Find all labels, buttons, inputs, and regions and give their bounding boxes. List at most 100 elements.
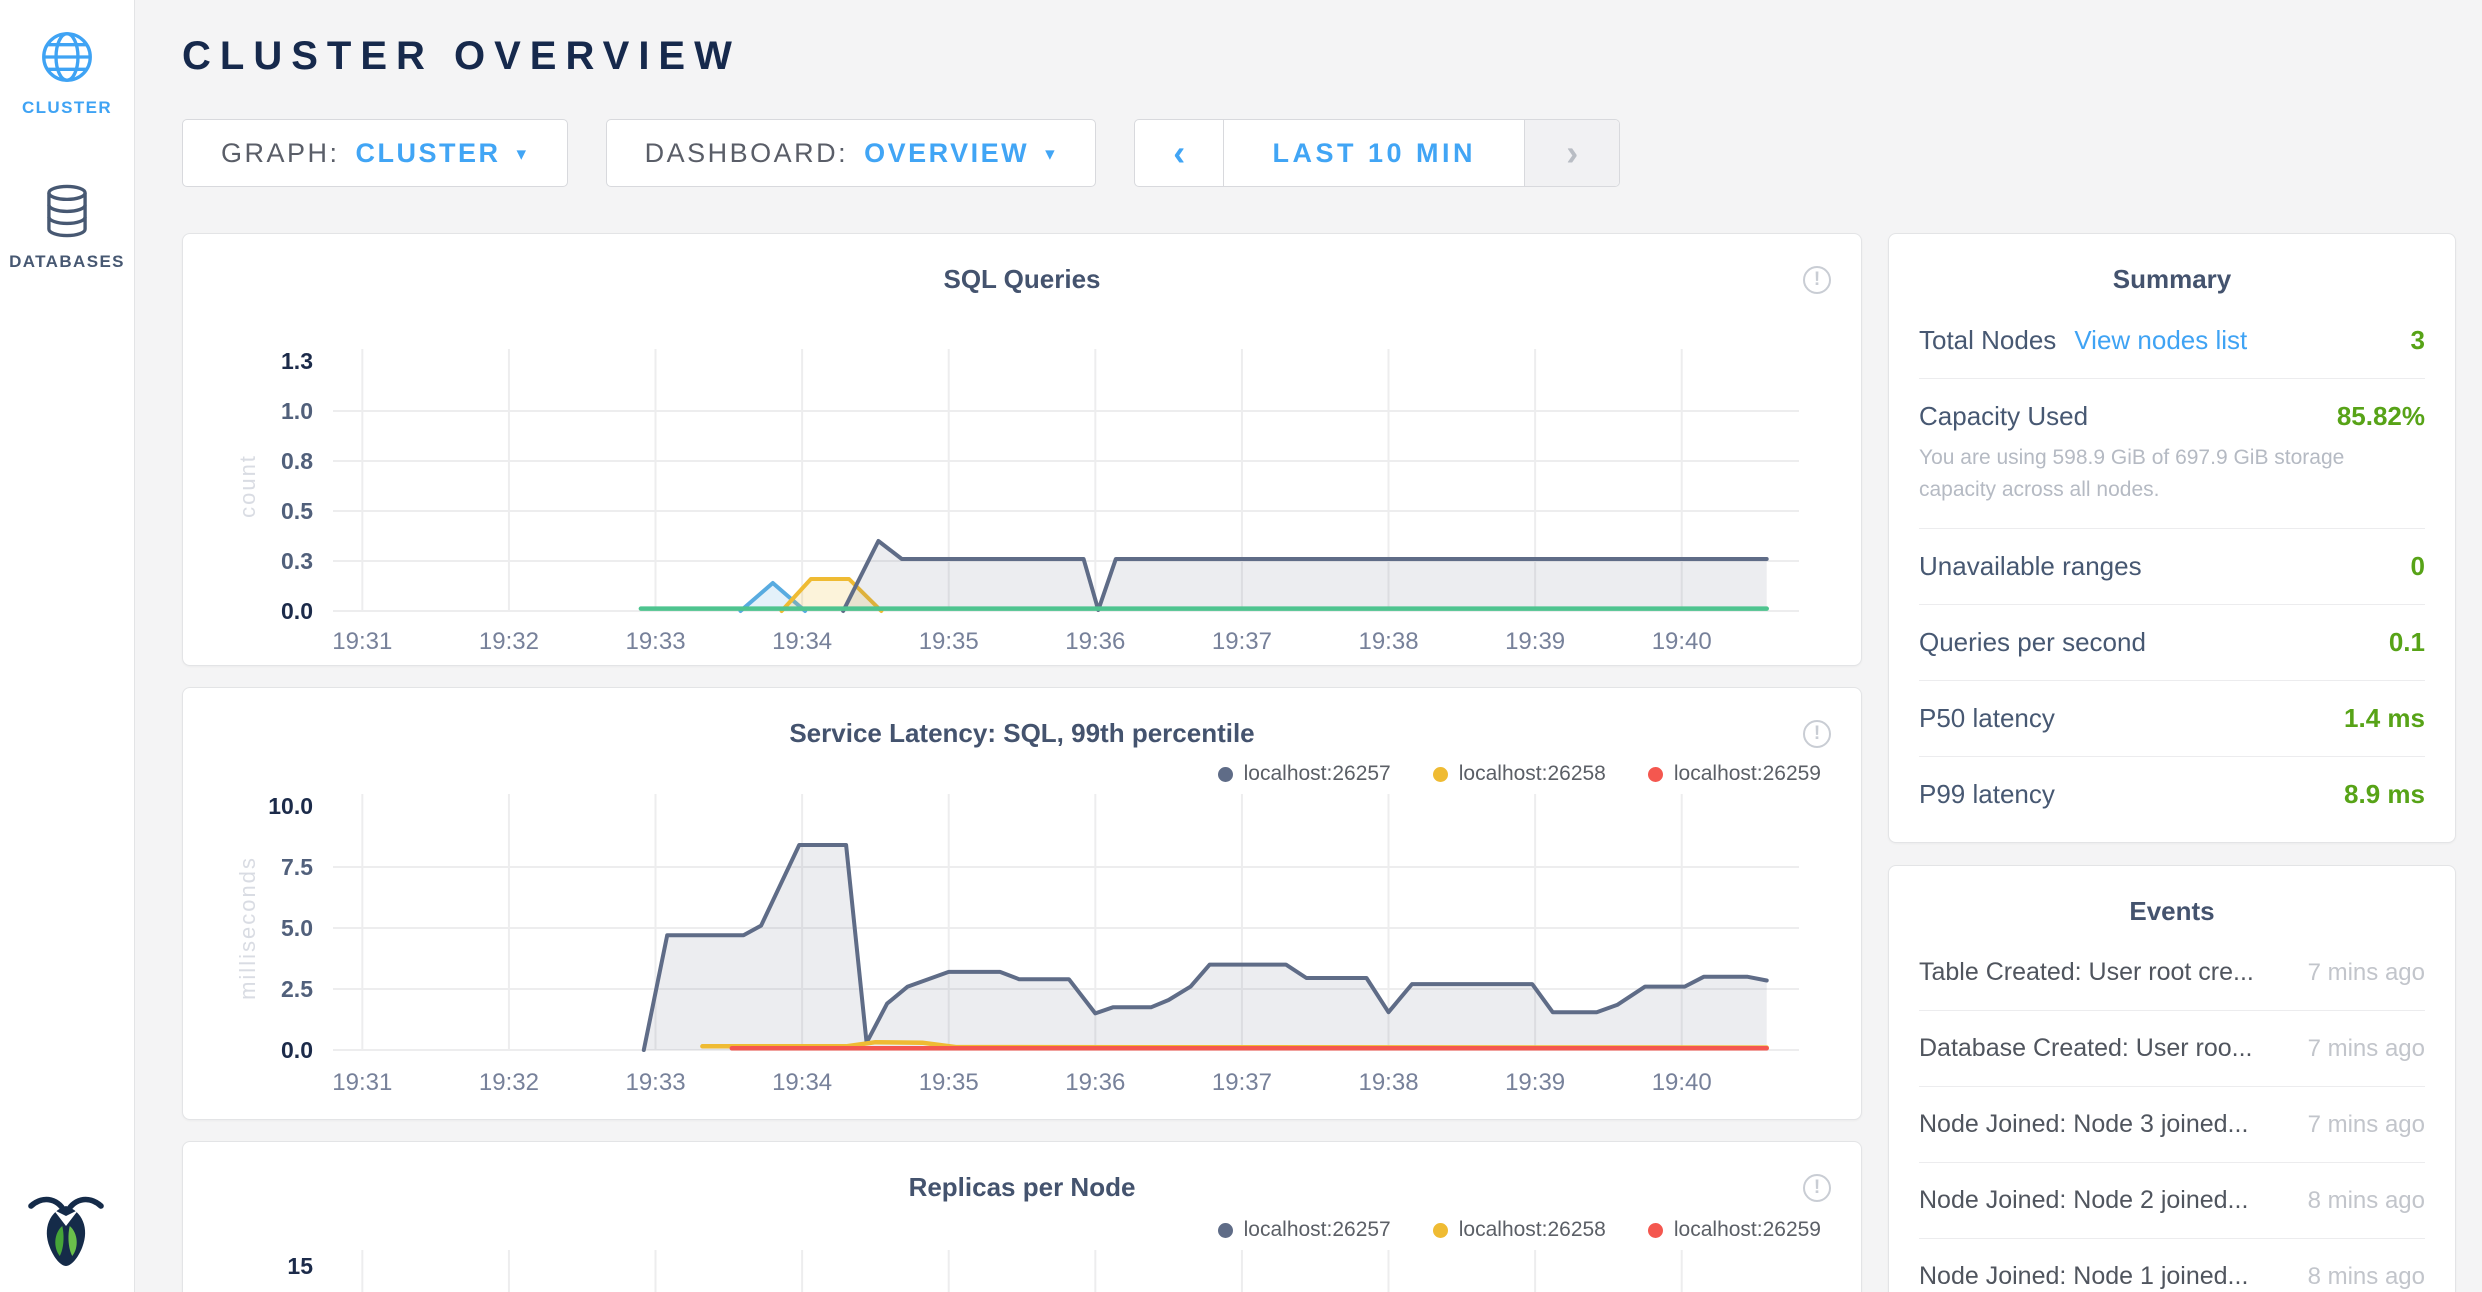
event-time: 7 mins ago [2288, 959, 2425, 987]
events-panel: Events Table Created: User root cre... 7… [1888, 865, 2456, 1292]
legend-item: localhost:26257 [1218, 1218, 1391, 1242]
legend-label: localhost:26259 [1674, 1218, 1821, 1242]
svg-text:19:33: 19:33 [625, 628, 685, 655]
legend-label: localhost:26257 [1244, 1218, 1391, 1242]
legend-label: localhost:26257 [1244, 762, 1391, 786]
info-icon[interactable]: ! [1803, 266, 1831, 294]
chart-title: Replicas per Node [183, 1172, 1861, 1203]
event-text: Table Created: User root cre... [1919, 958, 2254, 987]
summary-panel: Summary Total Nodes View nodes list 3 Ca… [1888, 233, 2456, 843]
svg-text:19:36: 19:36 [1065, 1069, 1125, 1096]
event-text: Node Joined: Node 3 joined... [1919, 1110, 2248, 1139]
event-time: 7 mins ago [2288, 1035, 2425, 1063]
event-row[interactable]: Node Joined: Node 3 joined... 7 mins ago [1919, 1086, 2425, 1162]
sidebar-item-cluster[interactable]: CLUSTER [0, 26, 134, 118]
svg-text:1.3: 1.3 [281, 348, 313, 374]
summary-row-qps: Queries per second 0.1 [1919, 604, 2425, 680]
cockroachdb-logo-icon [26, 1188, 106, 1274]
sql-queries-chart-card: SQL Queries ! 19:3119:3219:3319:3419:351… [182, 233, 1862, 666]
svg-text:19:33: 19:33 [625, 1069, 685, 1096]
svg-text:2.5: 2.5 [281, 976, 313, 1002]
sql-queries-plot: 19:3119:3219:3319:3419:3519:3619:3719:38… [183, 339, 1862, 666]
time-range-prev-button[interactable]: ‹ [1135, 120, 1223, 186]
legend-dot-icon [1433, 1223, 1448, 1238]
summary-row-p99: P99 latency 8.9 ms [1919, 756, 2425, 832]
svg-text:19:32: 19:32 [479, 628, 539, 655]
summary-title: Summary [1889, 234, 2455, 303]
time-range-label[interactable]: LAST 10 MIN [1223, 120, 1525, 186]
dashboard-dropdown-label: DASHBOARD: [645, 138, 849, 169]
event-row[interactable]: Database Created: User roo... 7 mins ago [1919, 1010, 2425, 1086]
p50-latency-label: P50 latency [1919, 703, 2055, 734]
legend-dot-icon [1433, 767, 1448, 782]
event-text: Node Joined: Node 2 joined... [1919, 1186, 2248, 1215]
graph-dropdown-value: CLUSTER [356, 138, 501, 169]
svg-text:19:39: 19:39 [1505, 628, 1565, 655]
capacity-value: 85.82% [2337, 401, 2425, 432]
sidebar-item-label: CLUSTER [0, 98, 134, 118]
event-row[interactable]: Node Joined: Node 1 joined... 8 mins ago [1919, 1238, 2425, 1292]
database-icon [36, 180, 98, 242]
service-latency-plot: 19:3119:3219:3319:3419:3519:3619:3719:38… [183, 788, 1862, 1120]
svg-text:0.8: 0.8 [281, 448, 313, 474]
p50-latency-value: 1.4 ms [2344, 703, 2425, 734]
svg-text:19:32: 19:32 [479, 1069, 539, 1096]
main-content: CLUSTER OVERVIEW GRAPH: CLUSTER ▾ DASHBO… [135, 0, 2482, 1292]
qps-label: Queries per second [1919, 627, 2146, 658]
graph-dropdown-label: GRAPH: [221, 138, 340, 169]
view-nodes-list-link[interactable]: View nodes list [2074, 325, 2247, 356]
event-time: 8 mins ago [2288, 1187, 2425, 1215]
info-icon[interactable]: ! [1803, 720, 1831, 748]
svg-text:19:39: 19:39 [1505, 1069, 1565, 1096]
legend-label: localhost:26259 [1674, 762, 1821, 786]
event-text: Node Joined: Node 1 joined... [1919, 1262, 2248, 1291]
events-title: Events [1889, 866, 2455, 935]
legend-item: localhost:26257 [1218, 762, 1391, 786]
chart-legend: localhost:26257 localhost:26258 localhost:… [1218, 762, 1821, 786]
replicas-per-node-chart-card: Replicas per Node ! localhost:26257local… [182, 1141, 1862, 1292]
event-time: 8 mins ago [2288, 1263, 2425, 1291]
dashboard-dropdown[interactable]: DASHBOARD: OVERVIEW ▾ [606, 119, 1097, 187]
time-range-selector: ‹ LAST 10 MIN › [1134, 119, 1620, 187]
svg-text:19:35: 19:35 [919, 628, 979, 655]
sidebar-item-label: DATABASES [0, 252, 134, 272]
qps-value: 0.1 [2389, 627, 2425, 658]
chevron-down-icon: ▾ [1045, 143, 1057, 166]
charts-column: SQL Queries ! 19:31 19:32 19:33 19:34 19:35 1… [182, 233, 1862, 1292]
svg-text:19:38: 19:38 [1358, 628, 1418, 655]
time-range-next-button[interactable]: › [1525, 120, 1619, 186]
service-latency-chart-card: Service Latency: SQL, 99th percentile ! … [182, 687, 1862, 1120]
svg-text:19:35: 19:35 [919, 1069, 979, 1096]
legend-dot-icon [1218, 1223, 1233, 1238]
controls-bar: GRAPH: CLUSTER ▾ DASHBOARD: OVERVIEW ▾ ‹… [182, 119, 2456, 187]
graph-dropdown[interactable]: GRAPH: CLUSTER ▾ [182, 119, 568, 187]
unavailable-ranges-value: 0 [2411, 551, 2425, 582]
chevron-down-icon: ▾ [517, 143, 529, 166]
svg-text:10.0: 10.0 [268, 793, 313, 819]
event-row[interactable]: Table Created: User root cre... 7 mins a… [1919, 935, 2425, 1010]
chart-legend: localhost:26257localhost:26258localhost:… [1218, 1218, 1821, 1242]
svg-text:19:34: 19:34 [772, 1069, 832, 1096]
svg-text:milliseconds: milliseconds [235, 856, 260, 1000]
svg-text:0.0: 0.0 [281, 598, 313, 624]
svg-text:0.5: 0.5 [281, 498, 313, 524]
event-row[interactable]: Node Joined: Node 2 joined... 8 mins ago [1919, 1162, 2425, 1238]
legend-label: localhost:26258 [1459, 762, 1606, 786]
legend-dot-icon [1648, 767, 1663, 782]
svg-text:19:36: 19:36 [1065, 628, 1125, 655]
svg-text:19:37: 19:37 [1212, 1069, 1272, 1096]
info-icon[interactable]: ! [1803, 1174, 1831, 1202]
globe-icon [36, 26, 98, 88]
svg-text:19:31: 19:31 [332, 1069, 392, 1096]
chart-title: SQL Queries [183, 264, 1861, 295]
summary-row-unavailable-ranges: Unavailable ranges 0 [1919, 528, 2425, 604]
event-time: 7 mins ago [2288, 1111, 2425, 1139]
svg-text:15: 15 [287, 1253, 313, 1279]
p99-latency-value: 8.9 ms [2344, 779, 2425, 810]
unavailable-ranges-label: Unavailable ranges [1919, 551, 2142, 582]
chart-title: Service Latency: SQL, 99th percentile [183, 718, 1861, 749]
summary-row-capacity: Capacity Used 85.82% You are using 598.9… [1919, 378, 2425, 528]
legend-dot-icon [1218, 767, 1233, 782]
total-nodes-label: Total Nodes [1919, 325, 2056, 356]
sidebar-item-databases[interactable]: DATABASES [0, 180, 134, 272]
